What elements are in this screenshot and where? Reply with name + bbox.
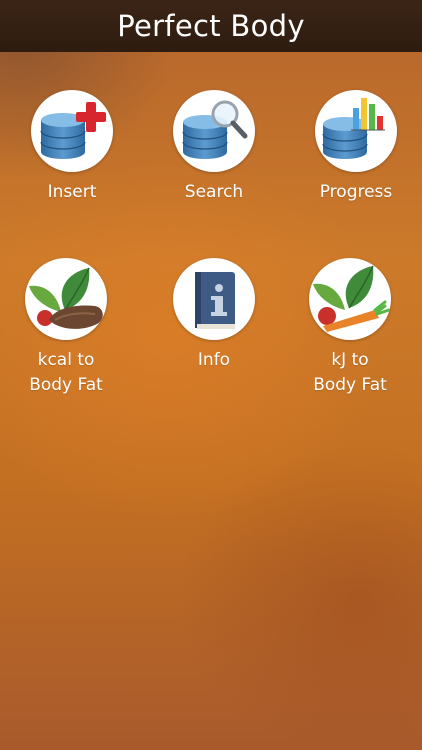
app-header: Perfect Body bbox=[0, 0, 422, 52]
kcal-to-body-fat-button[interactable]: kcal to Body Fat bbox=[6, 258, 126, 398]
insert-button[interactable]: Insert bbox=[12, 90, 132, 205]
kj-to-body-fat-label: kJ to Body Fat bbox=[313, 350, 387, 395]
database-chart-icon bbox=[322, 98, 385, 159]
info-book-icon bbox=[195, 272, 235, 329]
progress-label: Progress bbox=[319, 182, 393, 202]
search-label: Search bbox=[184, 182, 244, 202]
info-button[interactable]: Info bbox=[154, 258, 274, 373]
kj-to-body-fat-button[interactable]: kJ to Body Fat bbox=[290, 258, 410, 398]
kj-icon-circle bbox=[309, 258, 391, 340]
leaves-vegetables-icon bbox=[313, 265, 391, 332]
insert-label: Insert bbox=[47, 182, 97, 202]
info-icon-circle bbox=[173, 258, 255, 340]
info-label: Info bbox=[197, 350, 231, 370]
search-icon-circle bbox=[173, 90, 255, 172]
progress-icon-circle bbox=[315, 90, 397, 172]
leaves-meat-icon bbox=[29, 267, 103, 329]
progress-button[interactable]: Progress bbox=[296, 90, 416, 205]
insert-icon-circle bbox=[31, 90, 113, 172]
kcal-to-body-fat-label: kcal to Body Fat bbox=[29, 350, 103, 395]
database-search-icon bbox=[182, 100, 248, 159]
kcal-icon-circle bbox=[25, 258, 107, 340]
app-title: Perfect Body bbox=[117, 9, 305, 43]
search-button[interactable]: Search bbox=[154, 90, 274, 205]
database-plus-icon bbox=[40, 102, 106, 159]
